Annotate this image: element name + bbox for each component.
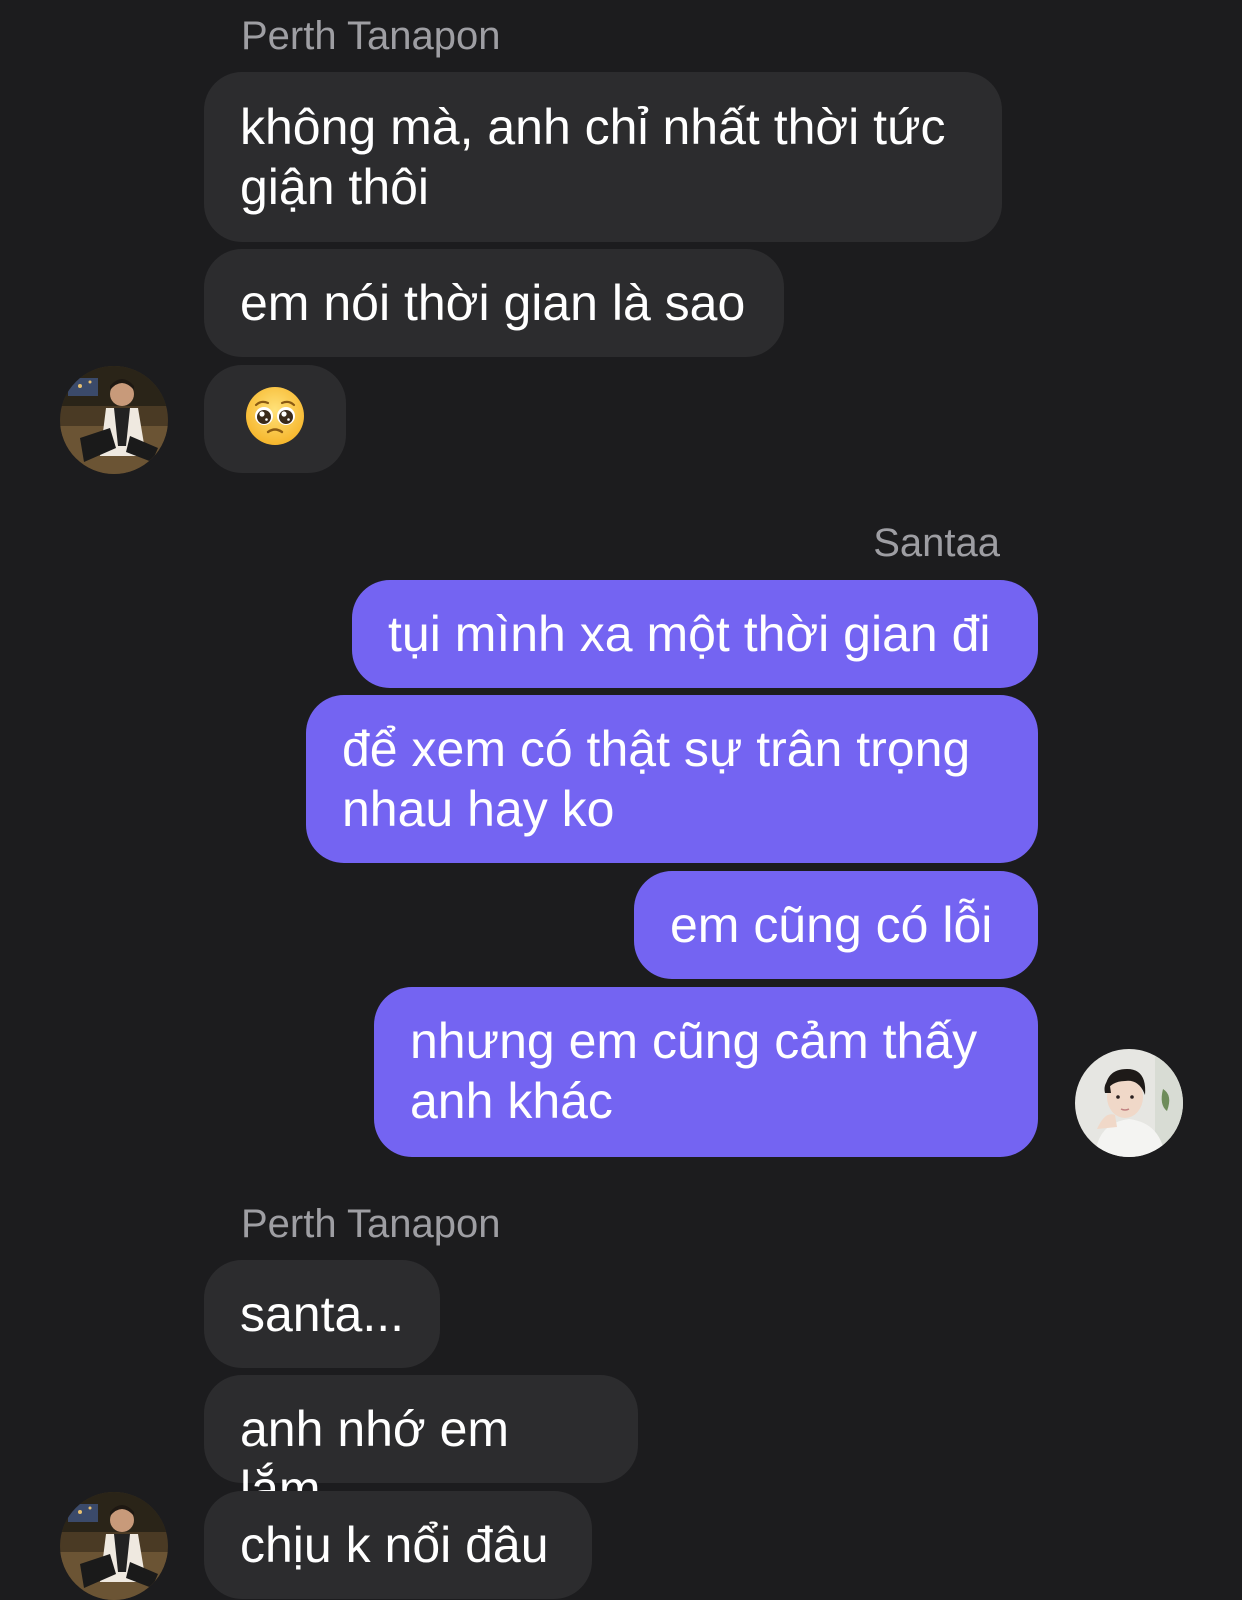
message-text: nhưng em cũng cảm thấy anh khác	[410, 1013, 978, 1129]
message-bubble-incoming[interactable]: em nói thời gian là sao	[204, 249, 784, 357]
avatar-perth[interactable]	[60, 1492, 168, 1600]
message-bubble-outgoing[interactable]: để xem có thật sự trân trọng nhau hay ko	[306, 695, 1038, 863]
sender-name-santaa: Santaa	[873, 521, 1000, 565]
message-text: chịu k nổi đâu	[240, 1517, 549, 1573]
message-bubble-emoji[interactable]	[204, 365, 346, 473]
message-text: để xem có thật sự trân trọng nhau hay ko	[342, 721, 971, 837]
sender-name-perth: Perth Tanapon	[241, 14, 501, 58]
message-bubble-outgoing[interactable]: tụi mình xa một thời gian đi	[352, 580, 1038, 688]
message-bubble-incoming[interactable]: chịu k nổi đâu	[204, 1491, 592, 1599]
message-text: em nói thời gian là sao	[240, 275, 746, 331]
pleading-face-emoji	[244, 385, 306, 447]
message-text: tụi mình xa một thời gian đi	[388, 606, 991, 662]
message-text: em cũng có lỗi	[670, 897, 993, 953]
sender-name-perth: Perth Tanapon	[241, 1202, 501, 1246]
message-bubble-outgoing[interactable]: em cũng có lỗi	[634, 871, 1038, 979]
avatar-perth[interactable]	[60, 366, 168, 474]
message-bubble-incoming[interactable]: không mà, anh chỉ nhất thời tức giận thô…	[204, 72, 1002, 242]
message-bubble-incoming[interactable]: anh nhớ em lắm	[204, 1375, 638, 1517]
message-text: santa...	[240, 1286, 404, 1342]
message-bubble-incoming[interactable]: santa...	[204, 1260, 440, 1368]
message-text: không mà, anh chỉ nhất thời tức giận thô…	[240, 99, 946, 215]
message-bubble-outgoing[interactable]: nhưng em cũng cảm thấy anh khác	[374, 987, 1038, 1157]
avatar-santaa[interactable]	[1075, 1049, 1183, 1157]
